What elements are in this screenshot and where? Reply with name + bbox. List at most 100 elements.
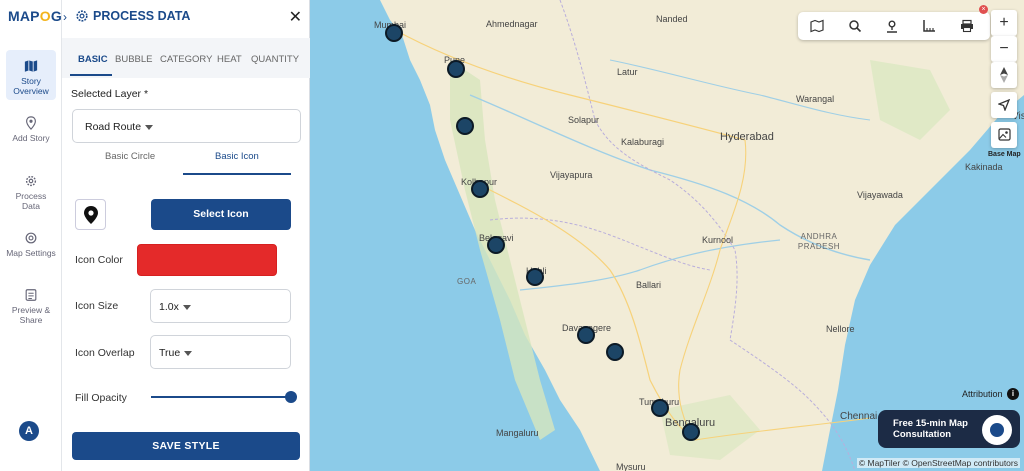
city-label: Latur bbox=[617, 67, 638, 77]
gear-icon bbox=[76, 10, 88, 22]
compass-button[interactable] bbox=[991, 62, 1017, 88]
process-data-panel: › PROCESS DATA ✕ BASIC BUBBLE CATEGORY H… bbox=[62, 0, 310, 471]
panel-title: PROCESS DATA bbox=[93, 9, 191, 23]
chevron-down-icon bbox=[145, 124, 154, 130]
rail-label: Map Settings bbox=[6, 248, 56, 258]
city-label: Vijayawada bbox=[857, 190, 903, 200]
rail-item-process-data[interactable]: Process Data bbox=[6, 174, 56, 211]
user-avatar[interactable]: A bbox=[19, 421, 39, 441]
map-copyright: © MapTiler © OpenStreetMap contributors bbox=[856, 458, 1020, 468]
city-label: Solapur bbox=[568, 115, 600, 125]
state-label: ANDHRA PRADESH bbox=[797, 232, 841, 251]
fill-opacity-slider-track[interactable] bbox=[151, 396, 291, 398]
location-person-icon[interactable] bbox=[885, 19, 899, 33]
search-icon[interactable] bbox=[848, 19, 862, 33]
map-toolbar bbox=[798, 12, 990, 40]
attribution-label[interactable]: Attribution bbox=[962, 389, 1003, 399]
rail-item-map-settings[interactable]: Map Settings bbox=[6, 231, 56, 258]
mapog-logo[interactable]: MAPOG bbox=[8, 8, 62, 24]
city-label: Kakinada bbox=[965, 162, 1003, 172]
consultation-text: Free 15-min Map Consultation bbox=[893, 418, 968, 440]
rail-item-story-overview[interactable]: Story Overview bbox=[6, 50, 56, 100]
consultation-widget[interactable]: Free 15-min Map Consultation bbox=[878, 410, 1020, 448]
nav-rail: MAPOG Story Overview Add Story Process D… bbox=[0, 0, 62, 471]
panel-header: › PROCESS DATA ✕ bbox=[62, 0, 310, 34]
basemap-icon bbox=[997, 128, 1011, 141]
info-icon[interactable]: i bbox=[1007, 388, 1019, 400]
rail-item-add-story[interactable]: Add Story bbox=[6, 116, 56, 143]
measure-icon[interactable] bbox=[922, 19, 936, 33]
map-marker[interactable] bbox=[487, 236, 505, 254]
map-marker[interactable] bbox=[456, 117, 474, 135]
icon-size-select[interactable]: 1.0x bbox=[150, 289, 291, 323]
city-label: Ahmednagar bbox=[486, 19, 538, 29]
selected-layer-select[interactable]: Road Route bbox=[72, 109, 301, 143]
chat-icon[interactable] bbox=[982, 415, 1012, 445]
icon-overlap-select[interactable]: True bbox=[150, 335, 291, 369]
icon-color-swatch[interactable] bbox=[137, 244, 277, 276]
fill-opacity-slider-thumb[interactable] bbox=[285, 391, 297, 403]
tab-quantity[interactable]: QUANTITY bbox=[251, 54, 299, 65]
selected-layer-label: Selected Layer * bbox=[71, 88, 149, 100]
gear-icon bbox=[25, 175, 37, 187]
chevron-down-icon bbox=[182, 304, 191, 310]
settings-icon bbox=[25, 232, 37, 244]
rail-item-preview-share[interactable]: Preview & Share bbox=[6, 288, 56, 325]
tab-bubble[interactable]: BUBBLE bbox=[115, 54, 153, 65]
city-label: Ballari bbox=[636, 280, 662, 290]
rail-label: Preview & Share bbox=[11, 305, 51, 325]
chevron-down-icon bbox=[184, 350, 193, 356]
locate-button[interactable] bbox=[991, 92, 1017, 118]
base-map-button[interactable] bbox=[991, 122, 1017, 148]
icon-overlap-label: Icon Overlap bbox=[75, 347, 135, 359]
zoom-in-button[interactable]: + bbox=[991, 10, 1017, 36]
tab-category[interactable]: CATEGORY bbox=[160, 54, 212, 65]
rail-label: Process Data bbox=[15, 191, 47, 211]
map-marker[interactable] bbox=[526, 268, 544, 286]
map-marker[interactable] bbox=[682, 423, 700, 441]
layers-icon[interactable] bbox=[810, 19, 824, 33]
map-marker[interactable] bbox=[577, 326, 595, 344]
close-icon[interactable]: ✕ bbox=[289, 7, 302, 27]
tab-basic[interactable]: BASIC bbox=[78, 54, 108, 65]
rail-label: Story Overview bbox=[13, 76, 49, 96]
collapse-chevron-icon[interactable]: › bbox=[63, 10, 67, 24]
active-subtab-indicator bbox=[183, 173, 291, 175]
city-label: Vijayapura bbox=[550, 170, 593, 180]
map-icon bbox=[24, 60, 38, 72]
icon-size-label: Icon Size bbox=[75, 300, 119, 312]
navigation-arrow-icon bbox=[997, 98, 1011, 112]
active-tab-indicator bbox=[70, 74, 112, 76]
subtab-basic-icon[interactable]: Basic Icon bbox=[215, 151, 259, 162]
map-marker[interactable] bbox=[447, 60, 465, 78]
icon-color-label: Icon Color bbox=[75, 254, 123, 266]
map-marker[interactable] bbox=[471, 180, 489, 198]
icon-preview[interactable] bbox=[75, 199, 106, 230]
map-marker[interactable] bbox=[651, 399, 669, 417]
city-label: Warangal bbox=[796, 94, 835, 104]
print-icon[interactable] bbox=[960, 19, 974, 33]
select-icon-button[interactable]: Select Icon bbox=[151, 199, 291, 230]
zoom-out-button[interactable]: − bbox=[991, 36, 1017, 62]
city-label: Mangaluru bbox=[496, 428, 539, 438]
fill-opacity-label: Fill Opacity bbox=[75, 392, 127, 404]
city-label: Nanded bbox=[656, 14, 688, 24]
state-label: GOA bbox=[457, 277, 477, 286]
map-pin-icon bbox=[84, 206, 98, 224]
save-style-button[interactable]: SAVE STYLE bbox=[72, 432, 300, 460]
base-map-label: Base Map bbox=[988, 151, 1021, 158]
city-label: Chennai bbox=[840, 411, 878, 422]
rail-label: Add Story bbox=[12, 133, 50, 143]
map-marker[interactable] bbox=[606, 343, 624, 361]
map-canvas[interactable]: Mumbai Ahmednagar Nanded Pune Latur Wara… bbox=[310, 0, 1024, 471]
share-icon bbox=[25, 289, 37, 301]
tab-heat[interactable]: HEAT bbox=[217, 54, 242, 65]
map-marker[interactable] bbox=[385, 24, 403, 42]
subtab-basic-circle[interactable]: Basic Circle bbox=[105, 151, 155, 162]
toolbar-close-badge-icon[interactable]: × bbox=[979, 5, 988, 14]
city-label: Nellore bbox=[826, 324, 855, 334]
pin-icon bbox=[26, 116, 36, 130]
city-label: Mysuru bbox=[616, 462, 646, 471]
compass-icon bbox=[1000, 66, 1008, 83]
city-label: Kalaburagi bbox=[621, 137, 665, 147]
